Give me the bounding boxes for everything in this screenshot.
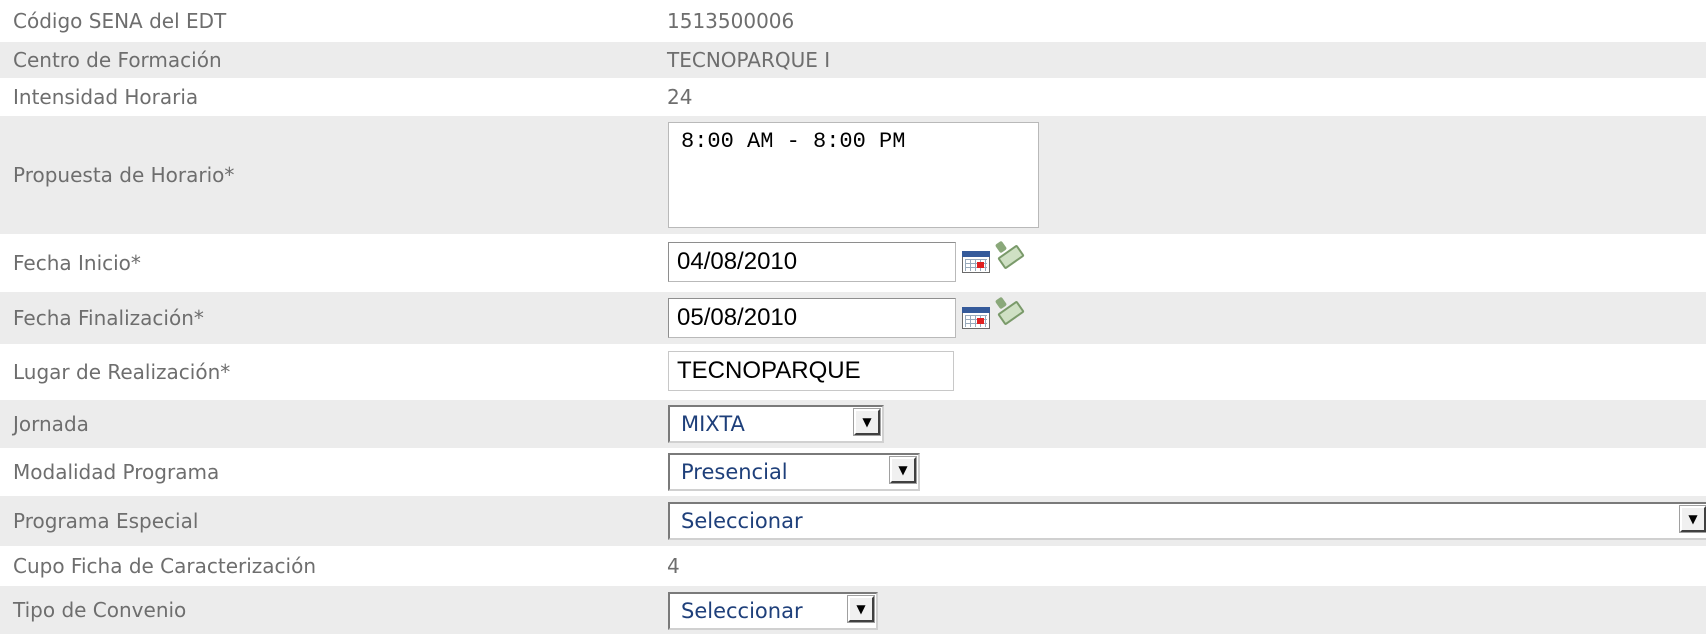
row-codigo: Código SENA del EDT 1513500006: [0, 0, 1706, 42]
convenio-select[interactable]: Seleccionar ▼: [668, 592, 878, 630]
jornada-label: Jornada: [13, 412, 89, 436]
centro-value: TECNOPARQUE I: [667, 48, 831, 72]
convenio-label: Tipo de Convenio: [13, 598, 187, 622]
cupo-label: Cupo Ficha de Caracterización: [13, 554, 317, 578]
cupo-value: 4: [667, 554, 680, 578]
jornada-selected: MIXTA: [681, 412, 745, 436]
horario-label: Propuesta de Horario*: [13, 163, 235, 187]
horario-textarea[interactable]: 8:00 AM - 8:00 PM: [668, 122, 1039, 228]
row-modalidad: Modalidad Programa Presencial ▼: [0, 448, 1706, 496]
modalidad-label: Modalidad Programa: [13, 460, 220, 484]
jornada-select[interactable]: MIXTA ▼: [668, 405, 884, 443]
fecha-inicio-input[interactable]: 04/08/2010: [668, 242, 956, 282]
chevron-down-icon[interactable]: ▼: [1679, 505, 1706, 533]
fecha-fin-label: Fecha Finalización*: [13, 306, 204, 330]
fecha-inicio-label: Fecha Inicio*: [13, 251, 141, 275]
eraser-icon[interactable]: [994, 296, 1025, 326]
codigo-label: Código SENA del EDT: [13, 9, 227, 33]
row-convenio: Tipo de Convenio Seleccionar ▼: [0, 586, 1706, 634]
row-intensidad: Intensidad Horaria 24: [0, 78, 1706, 116]
intensidad-value: 24: [667, 85, 693, 109]
row-fecha-inicio: Fecha Inicio* 04/08/2010: [0, 234, 1706, 292]
row-jornada: Jornada MIXTA ▼: [0, 400, 1706, 448]
programa-especial-label: Programa Especial: [13, 509, 199, 533]
row-lugar: Lugar de Realización* TECNOPARQUE: [0, 344, 1706, 400]
row-programa-especial: Programa Especial Seleccionar ▼: [0, 496, 1706, 546]
intensidad-label: Intensidad Horaria: [13, 85, 199, 109]
row-centro: Centro de Formación TECNOPARQUE I: [0, 42, 1706, 78]
eraser-icon[interactable]: [994, 240, 1025, 270]
row-fecha-fin: Fecha Finalización* 05/08/2010: [0, 292, 1706, 344]
calendar-icon[interactable]: [962, 248, 992, 274]
lugar-input[interactable]: TECNOPARQUE: [668, 351, 954, 391]
modalidad-select[interactable]: Presencial ▼: [668, 453, 920, 491]
form-table: Código SENA del EDT 1513500006 Centro de…: [0, 0, 1706, 634]
chevron-down-icon[interactable]: ▼: [889, 456, 917, 484]
modalidad-selected: Presencial: [681, 460, 788, 484]
fecha-fin-input[interactable]: 05/08/2010: [668, 298, 956, 338]
centro-label: Centro de Formación: [13, 48, 222, 72]
lugar-label: Lugar de Realización*: [13, 360, 231, 384]
row-cupo: Cupo Ficha de Caracterización 4: [0, 546, 1706, 586]
codigo-value: 1513500006: [667, 9, 795, 33]
chevron-down-icon[interactable]: ▼: [847, 595, 875, 623]
programa-especial-selected: Seleccionar: [681, 509, 803, 533]
chevron-down-icon[interactable]: ▼: [853, 408, 881, 436]
calendar-icon[interactable]: [962, 304, 992, 330]
row-horario: Propuesta de Horario* 8:00 AM - 8:00 PM: [0, 116, 1706, 234]
programa-especial-select[interactable]: Seleccionar ▼: [668, 502, 1706, 540]
convenio-selected: Seleccionar: [681, 599, 803, 623]
